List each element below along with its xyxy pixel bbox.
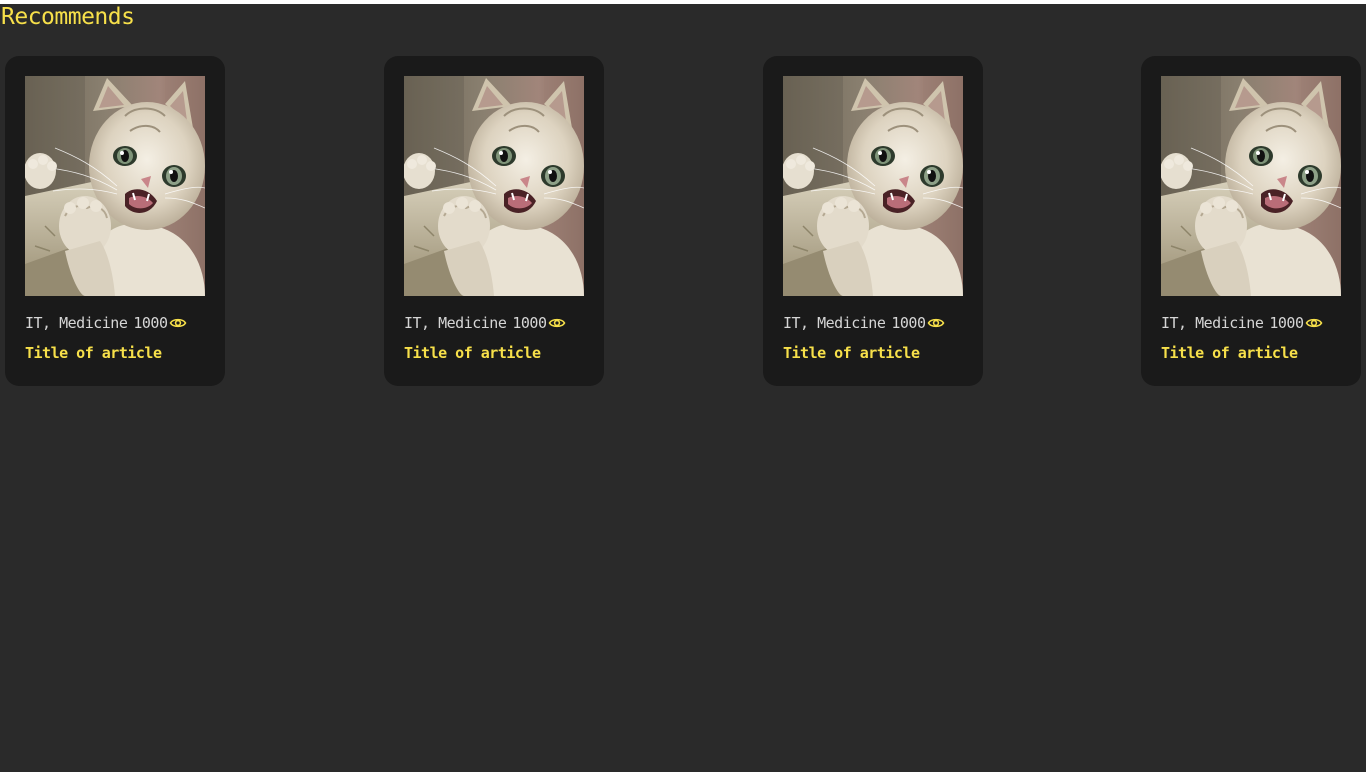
article-tags: IT, Medicine xyxy=(1161,314,1264,332)
article-card[interactable]: IT, Medicine 1000 Title of article xyxy=(763,56,983,386)
article-tags: IT, Medicine xyxy=(25,314,128,332)
article-tags: IT, Medicine xyxy=(783,314,886,332)
article-title[interactable]: Title of article xyxy=(783,344,920,362)
article-meta: IT, Medicine 1000 xyxy=(1161,313,1323,333)
view-count: 1000 xyxy=(133,314,168,332)
article-meta: IT, Medicine 1000 xyxy=(404,313,566,333)
article-meta: IT, Medicine 1000 xyxy=(25,313,187,333)
article-card[interactable]: IT, Medicine 1000 Title of article xyxy=(384,56,604,386)
eye-icon xyxy=(169,318,186,328)
article-title[interactable]: Title of article xyxy=(25,344,162,362)
section-title: Recommends xyxy=(1,4,135,30)
article-card[interactable]: IT, Medicine 1000 Title of article xyxy=(1141,56,1361,386)
top-strip xyxy=(0,0,1366,4)
article-card[interactable]: IT, Medicine 1000 Title of article xyxy=(5,56,225,386)
article-tags: IT, Medicine xyxy=(404,314,507,332)
article-image[interactable] xyxy=(404,76,584,296)
article-image[interactable] xyxy=(1161,76,1341,296)
article-title[interactable]: Title of article xyxy=(1161,344,1298,362)
article-title[interactable]: Title of article xyxy=(404,344,541,362)
eye-icon xyxy=(1305,318,1322,328)
article-image[interactable] xyxy=(783,76,963,296)
view-count: 1000 xyxy=(891,314,926,332)
eye-icon xyxy=(548,318,565,328)
view-count: 1000 xyxy=(512,314,547,332)
eye-icon xyxy=(927,318,944,328)
article-image[interactable] xyxy=(25,76,205,296)
view-count: 1000 xyxy=(1269,314,1304,332)
article-meta: IT, Medicine 1000 xyxy=(783,313,945,333)
